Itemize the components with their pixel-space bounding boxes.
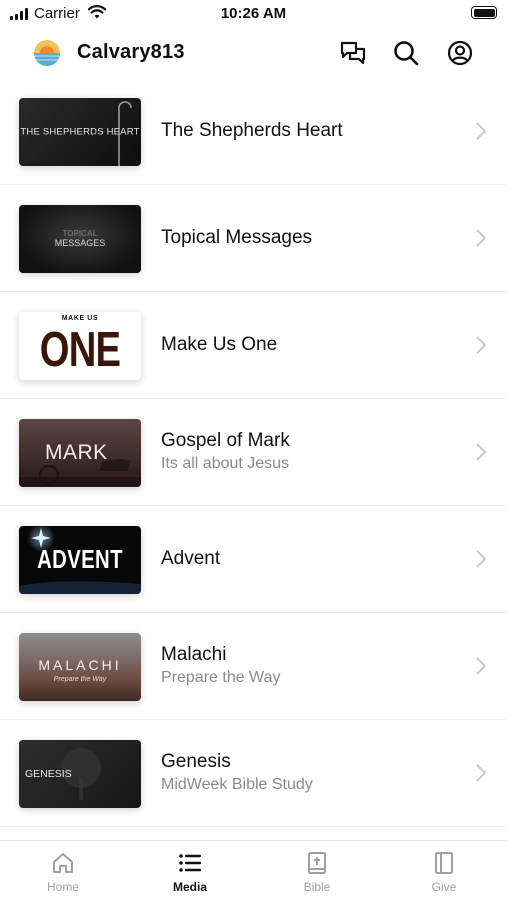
search-icon [394, 41, 419, 66]
profile-button[interactable] [445, 38, 475, 68]
chevron-right-icon [476, 550, 487, 568]
list-item[interactable]: TOPICAL MESSAGES Topical Messages [0, 185, 507, 292]
series-text: Gospel of Mark Its all about Jesus [161, 429, 447, 475]
thumb-label: MESSAGES [54, 238, 106, 248]
chevron-right-icon [476, 229, 487, 247]
thumb-label: THE SHEPHERDS HEART [20, 126, 140, 138]
thumb-label: MALACHI [38, 657, 122, 673]
series-title: Genesis [161, 751, 231, 772]
status-bar: Carrier 10:26 AM [0, 0, 507, 28]
series-text: Genesis MidWeek Bible Study [161, 750, 447, 796]
thumb-sublabel: Prepare the Way [53, 676, 107, 683]
series-text: Topical Messages [161, 226, 447, 250]
tab-label: Bible [303, 880, 331, 894]
series-title: Make Us One [161, 334, 278, 355]
series-text: Advent [161, 547, 447, 571]
chat-button[interactable] [338, 38, 368, 68]
series-title: The Shepherds Heart [161, 120, 343, 141]
search-button[interactable] [391, 38, 421, 68]
tab-bible[interactable]: Bible [254, 841, 380, 901]
series-thumbnail: ADVENT [19, 526, 141, 594]
app-header: Calvary813 [0, 28, 507, 78]
chevron-right-icon [476, 657, 487, 675]
series-thumbnail: THE SHEPHERDS HEART [19, 98, 141, 166]
list-item[interactable]: ADVENT Advent [0, 506, 507, 613]
tab-media[interactable]: Media [127, 841, 253, 901]
app-logo [34, 40, 60, 66]
thumb-label: ONE [39, 323, 121, 377]
series-text: Make Us One [161, 333, 447, 357]
series-subtitle: Prepare the Way [161, 669, 281, 686]
tab-home[interactable]: Home [0, 841, 126, 901]
home-icon [53, 853, 73, 873]
chevron-right-icon [476, 336, 487, 354]
series-title: Topical Messages [161, 227, 313, 248]
thumb-sublabel: TOPICAL [62, 229, 98, 238]
series-subtitle: MidWeek Bible Study [161, 776, 313, 793]
thumb-label: ADVENT [37, 544, 123, 574]
app-title: Calvary813 [77, 41, 185, 63]
media-list: THE SHEPHERDS HEART The Shepherds Heart … [0, 78, 507, 827]
thumb-label: GENESIS [25, 768, 72, 780]
list-item[interactable]: MAKE US ONE Make Us One [0, 292, 507, 399]
chevron-right-icon [476, 443, 487, 461]
series-title: Gospel of Mark [161, 430, 290, 451]
tab-label: Home [46, 880, 79, 894]
series-subtitle: Its all about Jesus [161, 455, 290, 472]
thumb-label: MARK [45, 441, 108, 464]
chat-icon [340, 41, 366, 65]
series-thumbnail: MALACHI Prepare the Way [19, 633, 141, 701]
battery-icon [471, 6, 497, 19]
series-text: Malachi Prepare the Way [161, 643, 447, 689]
series-thumbnail: TOPICAL MESSAGES [19, 205, 141, 273]
bible-icon [308, 852, 326, 874]
series-title: Advent [161, 548, 221, 569]
list-item[interactable]: MARK Gospel of Mark Its all about Jesus [0, 399, 507, 506]
chevron-right-icon [476, 122, 487, 140]
give-icon [435, 852, 453, 874]
series-thumbnail: MAKE US ONE [19, 312, 141, 380]
series-text: The Shepherds Heart [161, 119, 447, 143]
tab-bar: Home Media Bible Give [0, 840, 507, 901]
list-item[interactable]: MALACHI Prepare the Way Malachi Prepare … [0, 613, 507, 720]
list-item[interactable]: THE SHEPHERDS HEART The Shepherds Heart [0, 78, 507, 185]
clock: 10:26 AM [220, 5, 287, 22]
tab-label: Media [172, 880, 207, 894]
tab-label: Give [431, 880, 457, 894]
series-thumbnail: MARK [19, 419, 141, 487]
series-thumbnail: GENESIS [19, 740, 141, 808]
profile-icon [447, 40, 473, 66]
series-title: Malachi [161, 644, 227, 665]
list-item[interactable]: GENESIS Genesis MidWeek Bible Study [0, 720, 507, 827]
chevron-right-icon [476, 764, 487, 782]
list-icon [179, 854, 201, 872]
tab-give[interactable]: Give [381, 841, 507, 901]
